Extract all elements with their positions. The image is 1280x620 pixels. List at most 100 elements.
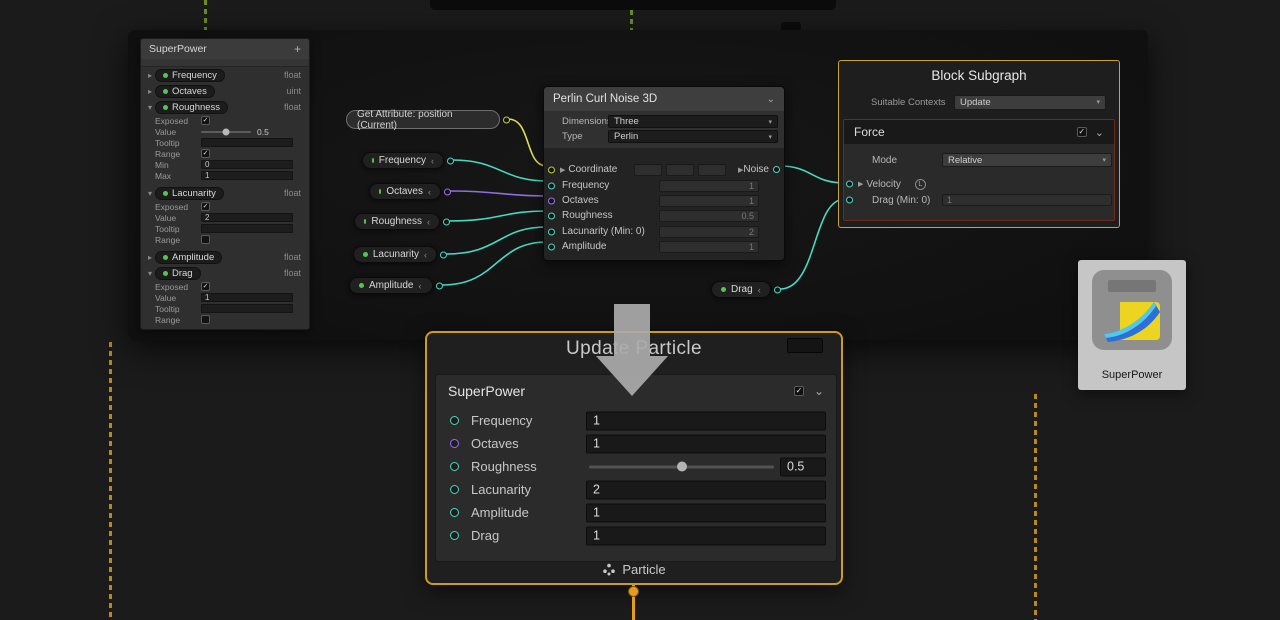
tooltip-field[interactable] [201, 304, 293, 313]
port-octaves[interactable] [450, 439, 459, 448]
roughness-value-input[interactable]: 0.5 [780, 457, 826, 476]
property-pill[interactable]: Frequency [155, 69, 225, 82]
asset-card-superpower[interactable]: SuperPower [1078, 260, 1186, 390]
coordinate-x-field[interactable] [634, 164, 662, 176]
drag-field[interactable]: 1 [942, 194, 1112, 206]
lacunarity-input[interactable]: 2 [586, 480, 826, 499]
blackboard-property-frequency[interactable]: ▸ Frequency float [141, 67, 309, 83]
node-title-bar[interactable]: Perlin Curl Noise 3D ⌄ [544, 87, 784, 111]
tooltip-field[interactable] [201, 138, 293, 147]
param-node-roughness[interactable]: Roughness‹ [354, 213, 440, 230]
octaves-field[interactable]: 1 [659, 195, 759, 207]
property-pill[interactable]: Lacunarity [155, 187, 224, 200]
output-port[interactable] [440, 251, 447, 258]
blackboard-property-amplitude[interactable]: ▸ Amplitude float [141, 249, 309, 265]
chevron-down-icon[interactable]: ⌄ [1095, 126, 1104, 139]
param-node-octaves[interactable]: Octaves‹ [369, 183, 441, 200]
param-node-frequency[interactable]: Frequency‹ [362, 152, 444, 169]
amplitude-input[interactable]: 1 [586, 503, 826, 522]
contexts-dropdown[interactable]: Update▾ [954, 95, 1106, 110]
coordinate-y-field[interactable] [666, 164, 694, 176]
output-port-position[interactable] [503, 116, 510, 123]
expander-icon[interactable]: ▸ [145, 253, 155, 262]
blackboard-property-lacunarity[interactable]: ▾ Lacunarity float [141, 185, 309, 201]
node-perlin-curl-noise-3d[interactable]: Perlin Curl Noise 3D ⌄ Dimensions Three▾… [543, 86, 785, 261]
chevron-down-icon[interactable]: ⌄ [814, 384, 824, 398]
param-node-drag[interactable]: Drag‹ [711, 281, 771, 298]
superpower-block[interactable]: SuperPower ✓ ⌄ Frequency 1 Octaves 1 Rou… [435, 374, 837, 562]
max-field[interactable]: 1 [201, 171, 293, 180]
output-port[interactable] [436, 282, 443, 289]
roughness-field[interactable]: 0.5 [659, 210, 759, 222]
property-pill[interactable]: Octaves [155, 85, 215, 98]
expander-icon[interactable]: ▸ [145, 71, 155, 80]
flow-anchor-dot[interactable] [628, 586, 639, 597]
input-port-octaves[interactable] [548, 197, 555, 204]
expander-icon[interactable]: ▾ [145, 269, 155, 278]
collapse-icon[interactable]: ‹ [427, 217, 430, 227]
dimensions-dropdown[interactable]: Three▾ [608, 115, 778, 128]
output-port-noise[interactable] [773, 166, 780, 173]
output-port[interactable] [443, 218, 450, 225]
min-field[interactable]: 0 [201, 160, 293, 169]
param-node-lacunarity[interactable]: Lacunarity‹ [353, 246, 437, 263]
value-field[interactable]: 1 [201, 293, 293, 302]
collapse-icon[interactable]: ‹ [428, 187, 431, 197]
add-property-button[interactable]: + [294, 42, 301, 56]
force-block-header[interactable]: Force ✓ ⌄ [844, 120, 1114, 144]
range-checkbox[interactable]: ✓ [201, 149, 210, 158]
property-pill[interactable]: Roughness [155, 101, 228, 114]
block-enabled-checkbox[interactable]: ✓ [794, 386, 804, 396]
blackboard-property-drag[interactable]: ▾ Drag float [141, 265, 309, 281]
drag-input[interactable]: 1 [586, 526, 826, 545]
exposed-checkbox[interactable]: ✓ [201, 202, 210, 211]
range-checkbox[interactable] [201, 315, 210, 324]
range-checkbox[interactable] [201, 235, 210, 244]
port-frequency[interactable] [450, 416, 459, 425]
expander-icon[interactable]: ▶ [560, 166, 565, 174]
node-get-attribute-position[interactable]: Get Attribute: position (Current) [346, 110, 500, 129]
input-port-amplitude[interactable] [548, 243, 555, 250]
force-enabled-checkbox[interactable]: ✓ [1077, 127, 1087, 137]
octaves-input[interactable]: 1 [586, 434, 826, 453]
port-drag[interactable] [450, 531, 459, 540]
type-dropdown[interactable]: Perlin▾ [608, 130, 778, 143]
port-amplitude[interactable] [450, 508, 459, 517]
block-subgraph-panel[interactable]: Block Subgraph Suitable Contexts Update▾… [838, 60, 1120, 228]
input-port-frequency[interactable] [548, 182, 555, 189]
input-port-roughness[interactable] [548, 212, 555, 219]
force-block[interactable]: Force ✓ ⌄ Mode Relative▾ ▶ Velocity L Dr… [843, 119, 1115, 221]
collapse-icon[interactable]: ‹ [418, 281, 421, 291]
context-settings-box[interactable] [787, 338, 823, 353]
mode-dropdown[interactable]: Relative▾ [942, 153, 1112, 167]
output-port[interactable] [447, 157, 454, 164]
input-port-velocity[interactable] [846, 181, 853, 188]
collapse-icon[interactable]: ‹ [758, 285, 761, 295]
blackboard-property-octaves[interactable]: ▸ Octaves uint [141, 83, 309, 99]
slider-handle[interactable] [223, 128, 230, 135]
expander-icon[interactable]: ▾ [145, 189, 155, 198]
output-port[interactable] [774, 286, 781, 293]
roughness-slider[interactable] [589, 465, 774, 468]
param-node-amplitude[interactable]: Amplitude‹ [349, 277, 433, 294]
property-pill[interactable]: Drag [155, 267, 201, 280]
port-lacunarity[interactable] [450, 485, 459, 494]
slider-handle[interactable] [677, 462, 687, 472]
coordinate-z-field[interactable] [698, 164, 726, 176]
input-port-drag[interactable] [846, 197, 853, 204]
input-port-lacunarity[interactable] [548, 228, 555, 235]
exposed-checkbox[interactable]: ✓ [201, 116, 210, 125]
port-roughness[interactable] [450, 462, 459, 471]
amplitude-field[interactable]: 1 [659, 241, 759, 253]
lacunarity-field[interactable]: 2 [659, 226, 759, 238]
expander-icon[interactable]: ▶ [858, 180, 863, 188]
collapse-icon[interactable]: ‹ [431, 156, 434, 166]
output-port[interactable] [444, 188, 451, 195]
chevron-down-icon[interactable]: ⌄ [767, 94, 775, 105]
value-slider[interactable] [201, 131, 251, 133]
expander-icon[interactable]: ▸ [145, 87, 155, 96]
expander-icon[interactable]: ▾ [145, 103, 155, 112]
input-port-coordinate[interactable] [548, 166, 555, 173]
exposed-checkbox[interactable]: ✓ [201, 282, 210, 291]
frequency-field[interactable]: 1 [659, 180, 759, 192]
